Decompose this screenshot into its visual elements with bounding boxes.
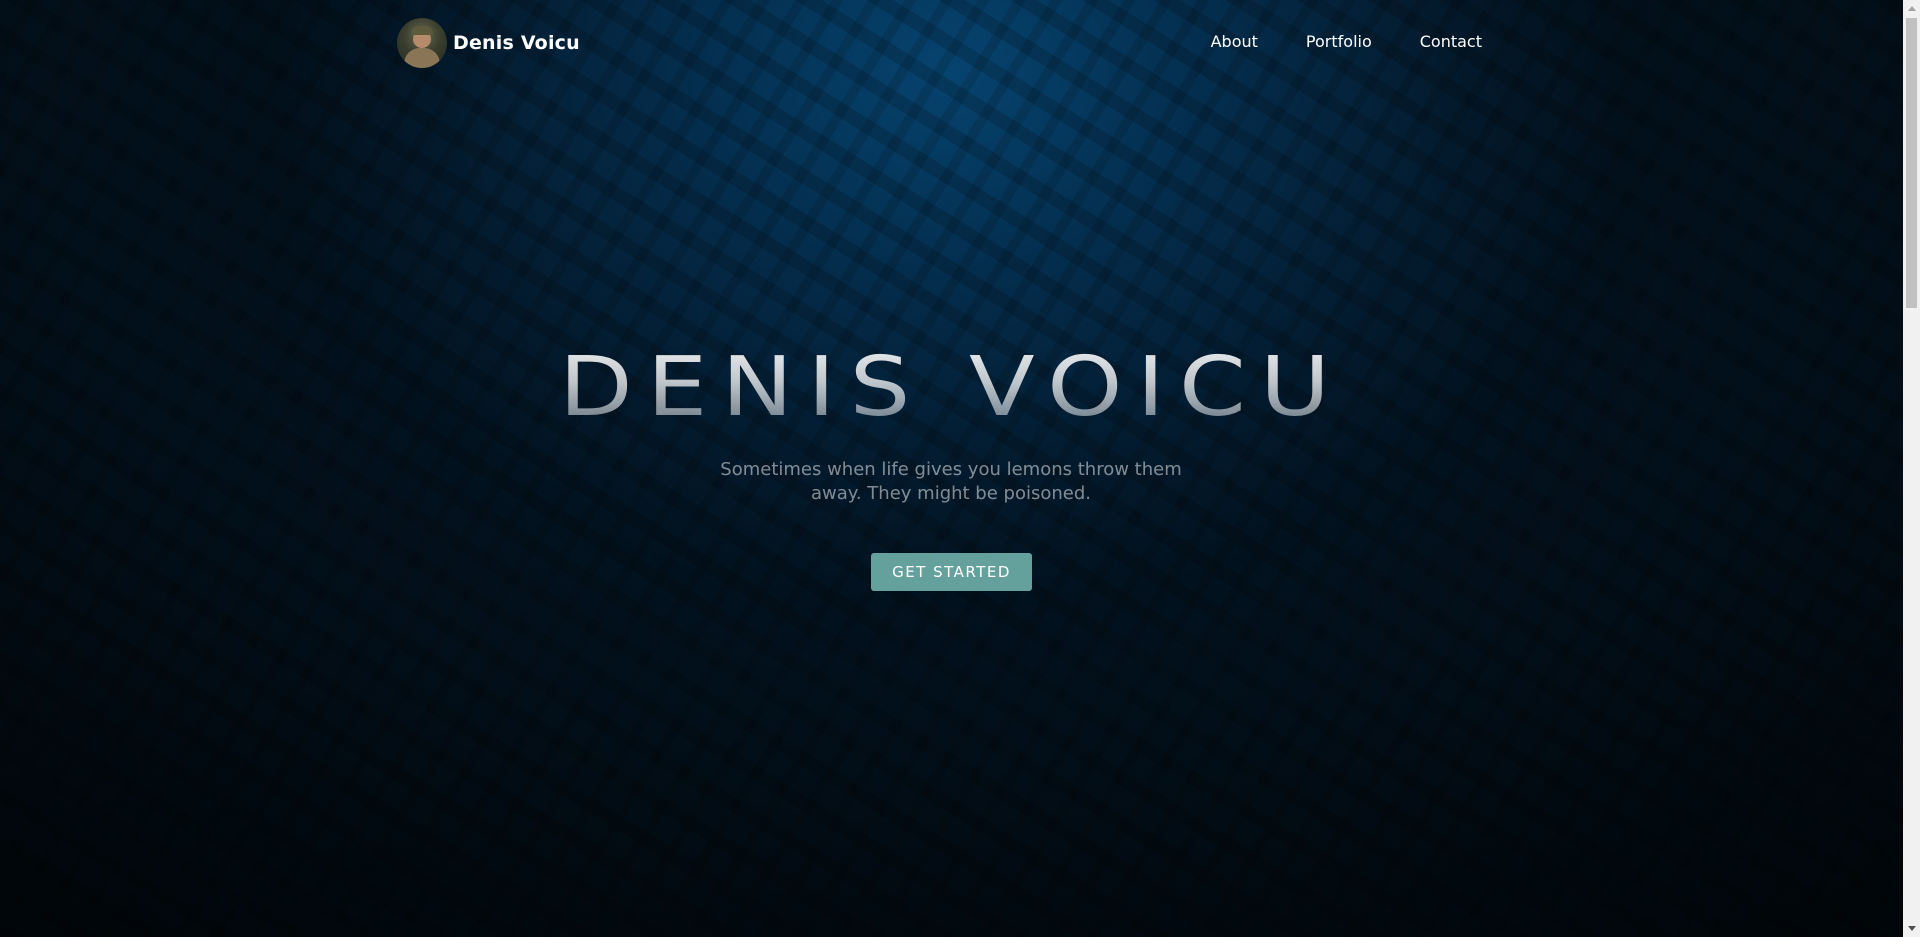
- nav-link-contact[interactable]: Contact: [1420, 32, 1482, 51]
- scrollbar-thumb[interactable]: [1906, 18, 1917, 308]
- vertical-scrollbar[interactable]: [1903, 0, 1920, 937]
- arrow-down-icon: [1907, 926, 1916, 931]
- hero-title: DENIS VOICU: [0, 340, 1903, 434]
- page-background: Denis Voicu About Portfolio Contact DENI…: [0, 0, 1903, 937]
- scroll-up-button[interactable]: [1903, 0, 1920, 17]
- brand-name: Denis Voicu: [453, 32, 580, 54]
- hero-subtitle: Sometimes when life gives you lemons thr…: [720, 459, 1182, 504]
- get-started-button[interactable]: GET STARTED: [871, 553, 1032, 591]
- nav-link-portfolio[interactable]: Portfolio: [1306, 32, 1372, 51]
- nav-links: About Portfolio Contact: [1163, 32, 1482, 51]
- avatar: [397, 18, 447, 68]
- scroll-down-button[interactable]: [1903, 920, 1920, 937]
- navbar: Denis Voicu About Portfolio Contact: [397, 18, 1482, 70]
- brand-link[interactable]: Denis Voicu: [397, 18, 580, 68]
- nav-link-about[interactable]: About: [1211, 32, 1258, 51]
- arrow-up-icon: [1907, 6, 1916, 11]
